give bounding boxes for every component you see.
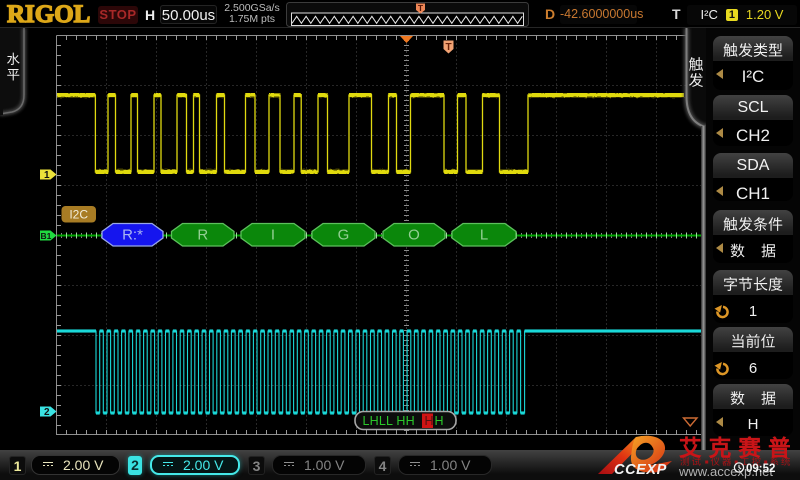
svg-text:O: O <box>408 227 420 244</box>
svg-text:H: H <box>435 414 444 428</box>
svg-text:L: L <box>480 227 488 244</box>
svg-text:I2C: I2C <box>69 208 88 222</box>
svg-text:B1: B1 <box>41 231 52 241</box>
svg-text:T: T <box>445 42 451 53</box>
svg-text:2: 2 <box>44 407 50 418</box>
svg-text:1: 1 <box>44 170 50 181</box>
svg-text:09:52: 09:52 <box>746 463 775 475</box>
svg-text:T: T <box>418 3 424 13</box>
svg-text:R: R <box>197 227 208 244</box>
svg-text:G: G <box>338 227 350 244</box>
svg-text:LHLL HH: LHLL HH <box>363 414 415 428</box>
svg-text:I: I <box>271 227 275 244</box>
svg-text:CCEXP: CCEXP <box>614 462 667 478</box>
svg-text:R:*: R:* <box>122 227 143 244</box>
svg-text:H: H <box>425 414 434 428</box>
